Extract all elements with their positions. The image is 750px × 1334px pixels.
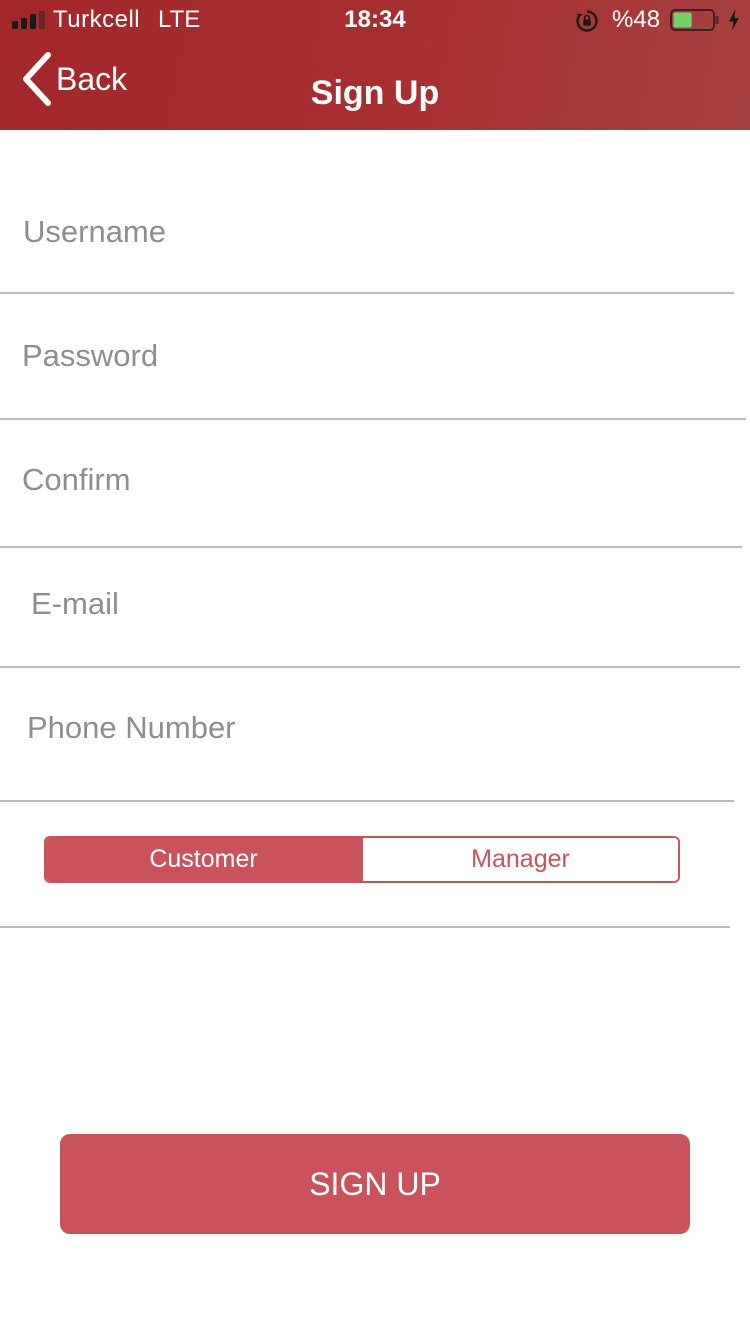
charging-bolt-icon xyxy=(729,9,739,31)
role-segmented-control: Customer Manager xyxy=(44,836,680,883)
sign-up-button[interactable]: SIGN UP xyxy=(60,1134,690,1234)
sign-up-screen: Turkcell LTE 18:34 %48 Back Sign Up User… xyxy=(0,0,750,1334)
username-input[interactable] xyxy=(23,212,734,252)
password-input[interactable] xyxy=(22,336,746,376)
password-field-row xyxy=(0,294,746,420)
battery-percent: %48 xyxy=(612,6,661,33)
header: Turkcell LTE 18:34 %48 Back Sign Up xyxy=(0,0,750,130)
confirm-field-row xyxy=(0,420,742,548)
page-title: Sign Up xyxy=(310,74,440,112)
role-selector-row: Customer Manager xyxy=(0,802,730,928)
battery-icon xyxy=(670,9,719,31)
email-field-row xyxy=(0,548,740,668)
username-field-row xyxy=(0,170,734,294)
segment-customer[interactable]: Customer xyxy=(46,838,361,881)
email-input[interactable] xyxy=(31,584,740,624)
phone-number-input[interactable] xyxy=(27,708,734,748)
rotation-lock-icon xyxy=(576,10,598,32)
confirm-password-input[interactable] xyxy=(22,460,742,500)
navigation-bar: Back Sign Up xyxy=(0,40,750,130)
segment-manager[interactable]: Manager xyxy=(361,838,678,881)
status-bar: Turkcell LTE 18:34 %48 xyxy=(0,0,750,40)
phone-field-row xyxy=(0,668,734,802)
